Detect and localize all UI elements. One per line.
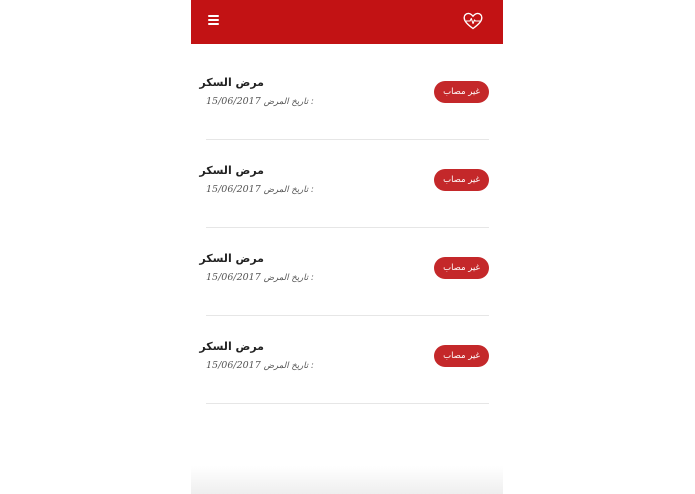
record-title: مرض السكر: [199, 340, 264, 353]
record-date: 15/06/2017 تاريخ المرض :: [206, 184, 314, 195]
hamburger-menu-icon[interactable]: [208, 15, 219, 25]
record-title: مرض السكر: [199, 76, 264, 89]
record-date: 15/06/2017 تاريخ المرض :: [206, 96, 314, 107]
record-date-label: تاريخ المرض :: [263, 361, 314, 371]
record-date-label: تاريخ المرض :: [263, 273, 314, 283]
record-list: مرض السكر 15/06/2017 تاريخ المرض : غير م…: [199, 52, 489, 404]
status-badge[interactable]: غير مصاب: [434, 257, 489, 279]
app-bar: [191, 0, 503, 44]
record-title: مرض السكر: [199, 252, 264, 265]
record-date-label: تاريخ المرض :: [263, 97, 314, 107]
record-date: 15/06/2017 تاريخ المرض :: [206, 272, 314, 283]
record-date-label: تاريخ المرض :: [263, 185, 314, 195]
list-item[interactable]: مرض السكر 15/06/2017 تاريخ المرض : غير م…: [199, 52, 489, 140]
record-date-value: 15/06/2017: [206, 96, 261, 107]
app-screen: مرض السكر 15/06/2017 تاريخ المرض : غير م…: [191, 0, 503, 494]
heart-pulse-logo-icon[interactable]: [463, 12, 483, 30]
list-item[interactable]: مرض السكر 15/06/2017 تاريخ المرض : غير م…: [199, 316, 489, 404]
status-badge[interactable]: غير مصاب: [434, 345, 489, 367]
record-title: مرض السكر: [199, 164, 264, 177]
record-date-value: 15/06/2017: [206, 184, 261, 195]
list-item[interactable]: مرض السكر 15/06/2017 تاريخ المرض : غير م…: [199, 228, 489, 316]
record-date: 15/06/2017 تاريخ المرض :: [206, 360, 314, 371]
bottom-shadow: [191, 466, 503, 494]
status-badge[interactable]: غير مصاب: [434, 169, 489, 191]
record-date-value: 15/06/2017: [206, 272, 261, 283]
list-item[interactable]: مرض السكر 15/06/2017 تاريخ المرض : غير م…: [199, 140, 489, 228]
record-date-value: 15/06/2017: [206, 360, 261, 371]
status-badge[interactable]: غير مصاب: [434, 81, 489, 103]
